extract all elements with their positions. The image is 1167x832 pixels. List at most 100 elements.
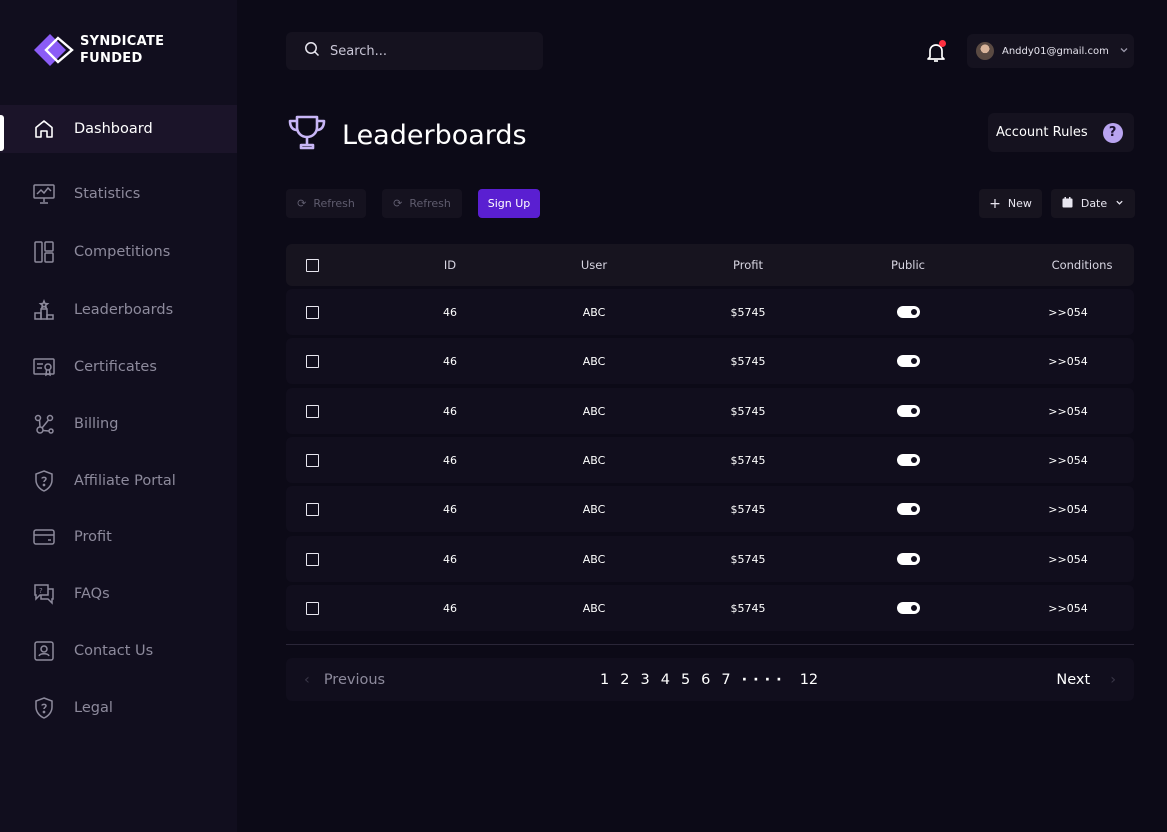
- public-toggle[interactable]: [896, 602, 920, 614]
- row-checkbox[interactable]: [306, 404, 319, 418]
- select-cell: [304, 388, 321, 434]
- cell-profit: $5745: [730, 453, 766, 467]
- select-cell: [304, 486, 321, 532]
- sidebar-item-label: Profit: [74, 529, 112, 545]
- cell-user: ABC: [582, 502, 606, 516]
- calendar-icon: [1062, 196, 1073, 211]
- sidebar-item-profit[interactable]: Profit: [0, 513, 237, 561]
- public-toggle[interactable]: [896, 454, 920, 466]
- cell-id: 46: [443, 453, 457, 467]
- select-cell: [304, 289, 321, 335]
- refresh-label: Refresh: [313, 197, 355, 210]
- page-number[interactable]: 1: [600, 672, 609, 688]
- row-checkbox[interactable]: [306, 453, 319, 467]
- refresh-button[interactable]: ⟳ Refresh: [286, 189, 366, 218]
- select-cell: [304, 437, 321, 483]
- brand-name: SYNDICATE FUNDED: [80, 33, 164, 67]
- sidebar-item-statistics[interactable]: Statistics: [0, 170, 237, 218]
- sidebar-item-affiliate-portal[interactable]: Affiliate Portal: [0, 457, 237, 505]
- brand-logo[interactable]: SYNDICATE FUNDED: [32, 32, 164, 68]
- column-header-profit[interactable]: Profit: [708, 244, 788, 286]
- row-checkbox[interactable]: [306, 305, 319, 319]
- sidebar-item-leaderboards[interactable]: Leaderboards: [0, 286, 237, 334]
- row-checkbox[interactable]: [306, 502, 319, 516]
- cell-conditions: >>054: [1048, 354, 1088, 368]
- chevron-down-icon: [1115, 197, 1124, 210]
- table-row[interactable]: 46 ABC $5745 >>054: [286, 585, 1134, 631]
- sign-up-button[interactable]: Sign Up: [478, 189, 540, 218]
- previous-page-button[interactable]: ‹ Previous: [304, 658, 385, 701]
- table-row[interactable]: 46 ABC $5745 >>054: [286, 289, 1134, 335]
- sidebar-item-label: Contact Us: [74, 643, 154, 659]
- sidebar-item-label: Dashboard: [74, 121, 153, 137]
- cell-public: [868, 338, 948, 384]
- page-number[interactable]: 3: [640, 672, 649, 688]
- public-toggle[interactable]: [896, 405, 920, 417]
- column-header-id[interactable]: ID: [410, 244, 490, 286]
- sidebar-item-certificates[interactable]: Certificates: [0, 343, 237, 391]
- cell-id: 46: [443, 552, 457, 566]
- refresh-button-2[interactable]: ⟳ Refresh: [382, 189, 462, 218]
- row-checkbox[interactable]: [306, 354, 319, 368]
- select-cell: [304, 338, 321, 384]
- date-filter-button[interactable]: Date: [1051, 189, 1135, 218]
- public-toggle[interactable]: [896, 306, 920, 318]
- account-menu[interactable]: Anddy01@gmail.com: [967, 34, 1134, 68]
- sidebar-item-billing[interactable]: Billing: [0, 400, 237, 448]
- cell-user: ABC: [582, 453, 606, 467]
- cell-user: ABC: [582, 354, 606, 368]
- column-header-user[interactable]: User: [554, 244, 634, 286]
- next-page-button[interactable]: Next ›: [1056, 658, 1116, 701]
- help-icon: ?: [1102, 122, 1123, 143]
- table-row[interactable]: 46 ABC $5745 >>054: [286, 486, 1134, 532]
- shield-icon: [32, 696, 56, 720]
- cell-public: [868, 388, 948, 434]
- page-title: Leaderboards: [342, 119, 527, 151]
- select-all-checkbox[interactable]: [306, 258, 319, 272]
- chart-board-icon: [32, 182, 56, 206]
- sidebar-item-label: Billing: [74, 416, 119, 432]
- sidebar-item-competitions[interactable]: Competitions: [0, 228, 237, 276]
- public-toggle[interactable]: [896, 503, 920, 515]
- cell-conditions: >>054: [1048, 552, 1088, 566]
- search-bar[interactable]: [286, 32, 543, 70]
- column-header-conditions[interactable]: Conditions: [1042, 244, 1122, 286]
- page-number-last[interactable]: 12: [800, 672, 818, 688]
- certificate-icon: [32, 355, 56, 379]
- row-checkbox[interactable]: [306, 552, 319, 566]
- logo-icon: [34, 34, 74, 66]
- cell-id: 46: [443, 502, 457, 516]
- sidebar-item-faqs[interactable]: ? FAQs: [0, 570, 237, 618]
- page-number[interactable]: 4: [661, 672, 670, 688]
- table-row[interactable]: 46 ABC $5745 >>054: [286, 388, 1134, 434]
- new-button[interactable]: + New: [979, 189, 1042, 218]
- sidebar-item-legal[interactable]: Legal: [0, 684, 237, 732]
- column-header-public[interactable]: Public: [868, 244, 948, 286]
- table-row[interactable]: 46 ABC $5745 >>054: [286, 437, 1134, 483]
- refresh-label: Refresh: [409, 197, 451, 210]
- public-toggle[interactable]: [896, 553, 920, 565]
- refresh-icon: ⟳: [393, 197, 403, 210]
- table-row[interactable]: 46 ABC $5745 >>054: [286, 338, 1134, 384]
- row-checkbox[interactable]: [306, 601, 319, 615]
- cell-conditions: >>054: [1048, 601, 1088, 615]
- cell-profit: $5745: [730, 552, 766, 566]
- public-toggle[interactable]: [896, 355, 920, 367]
- page-number[interactable]: 7: [721, 672, 730, 688]
- table-row[interactable]: 46 ABC $5745 >>054: [286, 536, 1134, 582]
- page-number[interactable]: 5: [681, 672, 690, 688]
- sidebar-item-label: Certificates: [74, 359, 157, 375]
- chevron-down-icon: [1119, 45, 1129, 58]
- search-input[interactable]: [330, 43, 520, 59]
- sidebar-item-contact-us[interactable]: Contact Us: [0, 627, 237, 675]
- notification-bell[interactable]: [924, 40, 948, 64]
- layout-icon: [32, 240, 56, 264]
- sidebar-item-dashboard[interactable]: Dashboard: [0, 105, 237, 153]
- select-cell: [304, 536, 321, 582]
- sidebar-item-label: FAQs: [74, 586, 110, 602]
- page-number[interactable]: 6: [701, 672, 710, 688]
- page-number[interactable]: 2: [620, 672, 629, 688]
- account-rules-button[interactable]: Account Rules ?: [988, 113, 1134, 152]
- home-icon: [32, 117, 56, 141]
- cell-profit: $5745: [730, 404, 766, 418]
